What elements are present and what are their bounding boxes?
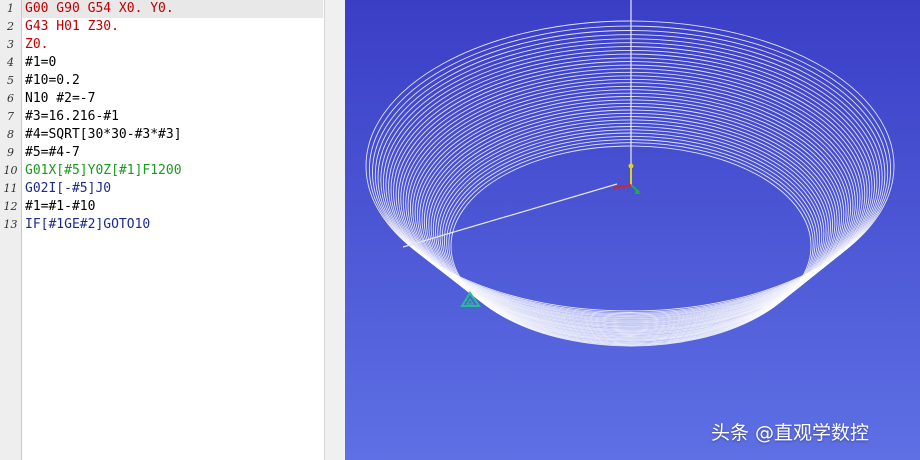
code-line[interactable]: Z0. xyxy=(22,36,323,54)
z-axis-tip xyxy=(628,163,634,169)
editor-scrollbar[interactable] xyxy=(324,0,345,460)
code-line[interactable]: #1=#1-#10 xyxy=(22,198,323,216)
code-line-text: G00 G90 G54 X0. Y0. xyxy=(25,1,174,16)
line-number-gutter: 1 2 3 4 5 6 7 8 9 10 11 12 13 xyxy=(0,0,22,460)
line-number: 7 xyxy=(7,110,14,123)
line-number: 13 xyxy=(3,218,18,231)
line-number: 6 xyxy=(7,92,14,105)
line-number: 1 xyxy=(7,2,14,15)
code-line-text: #5=#4-7 xyxy=(25,145,80,160)
code-line[interactable]: G01X[#5]Y0Z[#1]F1200 xyxy=(22,162,323,180)
line-number: 9 xyxy=(7,146,14,159)
line-number: 2 xyxy=(7,20,14,33)
line-number: 11 xyxy=(3,182,18,195)
code-line[interactable]: #5=#4-7 xyxy=(22,144,323,162)
code-line-text: Z0. xyxy=(25,37,49,52)
toolpath-scene[interactable] xyxy=(345,0,920,460)
y-axis-arrow xyxy=(630,184,640,193)
line-number: 3 xyxy=(7,38,14,51)
code-line-text: #1=0 xyxy=(25,55,57,70)
x-axis-arrow xyxy=(613,184,632,189)
line-number: 10 xyxy=(3,164,18,177)
code-line[interactable]: #3=16.216-#1 xyxy=(22,108,323,126)
watermark-text: 头条 @直观学数控 xyxy=(711,422,870,444)
code-line[interactable]: G00 G90 G54 X0. Y0. xyxy=(22,0,323,18)
code-line[interactable]: #10=0.2 xyxy=(22,72,323,90)
code-line-text: #3=16.216-#1 xyxy=(25,109,119,124)
code-line-text: G01X[#5]Y0Z[#1]F1200 xyxy=(25,163,182,178)
code-line-text: G43 H01 Z30. xyxy=(25,19,119,34)
code-line[interactable]: #4=SQRT[30*30-#3*#3] xyxy=(22,126,323,144)
line-number: 12 xyxy=(3,200,18,213)
code-line-text: IF[#1GE#2]GOTO10 xyxy=(25,217,151,232)
line-number: 4 xyxy=(7,56,14,69)
3d-toolpath-viewport[interactable] xyxy=(345,0,920,460)
code-line-text: #1=#1-#10 xyxy=(25,199,96,214)
code-line[interactable]: IF[#1GE#2]GOTO10 xyxy=(22,216,323,234)
code-line-text: #4=SQRT[30*30-#3*#3] xyxy=(25,127,182,142)
code-line[interactable]: N10 #2=-7 xyxy=(22,90,323,108)
code-line-text: N10 #2=-7 xyxy=(25,91,96,106)
axis-triad-icon xyxy=(613,163,641,194)
code-line-text: G02I[-#5]J0 xyxy=(25,181,112,196)
code-line[interactable]: G02I[-#5]J0 xyxy=(22,180,323,198)
nc-code-editor[interactable]: 1 2 3 4 5 6 7 8 9 10 11 12 13 G00 G90 G54 X0. Y0. G43… xyxy=(0,0,323,460)
code-line-text: #10=0.2 xyxy=(25,73,80,88)
tool-position-marker-inner-icon xyxy=(465,297,475,305)
code-line[interactable]: #1=0 xyxy=(22,54,323,72)
line-number: 5 xyxy=(7,74,14,87)
code-line[interactable]: G43 H01 Z30. xyxy=(22,18,323,36)
code-area[interactable]: G00 G90 G54 X0. Y0. G43 H01 Z30. Z0. #1=0 #1… xyxy=(22,0,323,460)
line-number: 8 xyxy=(7,128,14,141)
